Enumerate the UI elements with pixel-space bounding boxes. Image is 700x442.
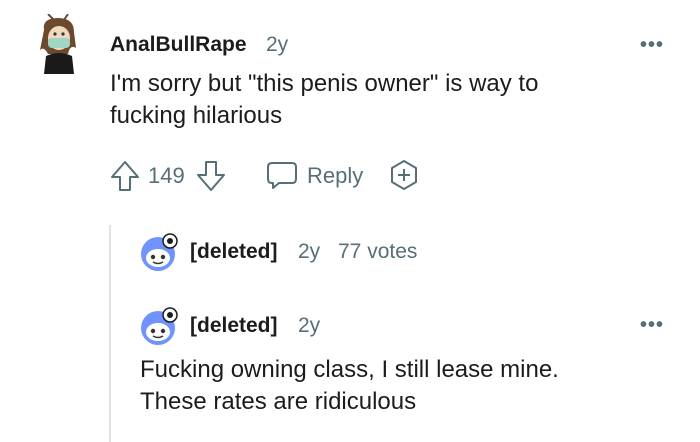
reply-body: Fucking owning class, I still lease mine… — [140, 354, 680, 418]
reply-username[interactable]: [deleted] — [190, 314, 278, 338]
collapsed-reply-votes: 77 votes — [338, 240, 418, 263]
comment-body: I'm sorry but "this penis owner" is way … — [110, 68, 670, 132]
snoo-avatar-deleted[interactable] — [138, 306, 180, 348]
upvote-icon[interactable] — [110, 160, 140, 192]
user-avatar[interactable] — [34, 14, 84, 76]
thread-line[interactable] — [109, 225, 111, 442]
more-options-button[interactable]: ••• — [640, 34, 664, 57]
reply-body-line-2: These rates are ridiculous — [140, 388, 417, 415]
reply-icon[interactable] — [266, 160, 298, 190]
vote-count: 149 — [148, 163, 185, 188]
collapsed-reply-username[interactable]: [deleted] — [190, 240, 278, 264]
reply-age[interactable]: 2y — [298, 314, 320, 338]
reply-body-line-1: Fucking owning class, I still lease mine… — [140, 356, 559, 383]
comment-body-line-2: fucking hilarious — [110, 102, 283, 129]
snoo-avatar-deleted[interactable] — [138, 232, 180, 274]
comment-age[interactable]: 2y — [266, 33, 288, 57]
reply-more-options-button[interactable]: ••• — [640, 314, 664, 337]
award-icon[interactable] — [388, 159, 420, 191]
collapsed-reply-age[interactable]: 2y — [298, 240, 320, 264]
comment-username[interactable]: AnalBullRape — [110, 33, 247, 57]
comment-body-line-1: I'm sorry but "this penis owner" is way … — [110, 70, 539, 97]
downvote-icon[interactable] — [196, 160, 226, 192]
reply-button[interactable]: Reply — [307, 163, 363, 189]
